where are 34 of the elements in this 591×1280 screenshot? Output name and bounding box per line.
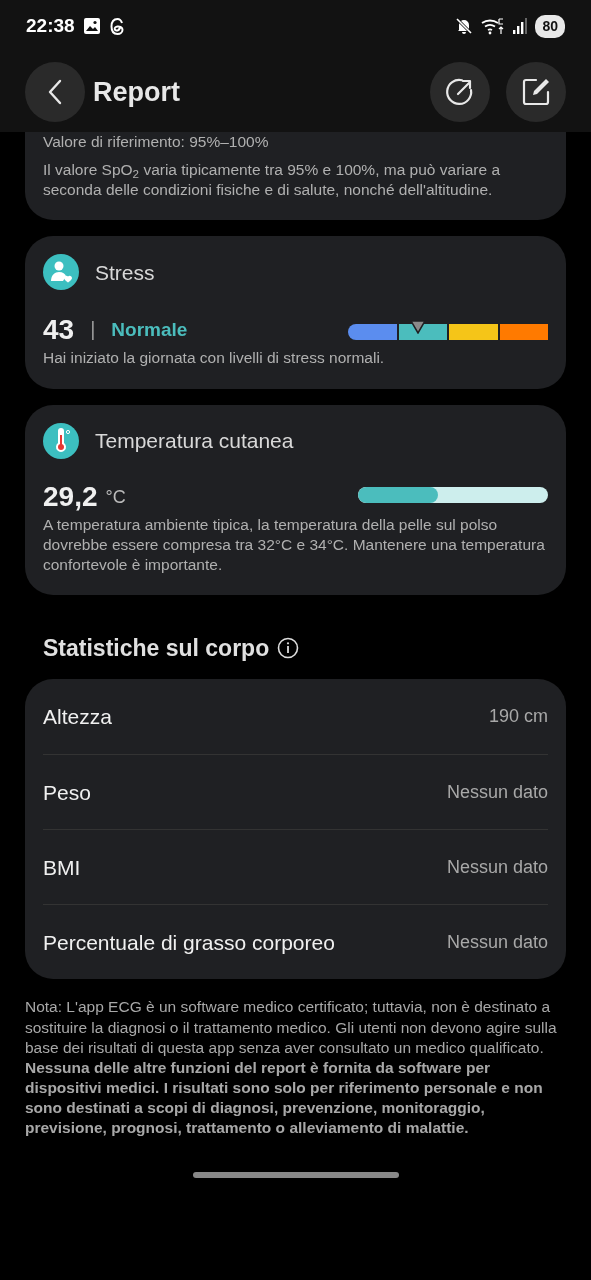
temperature-unit: °C xyxy=(105,485,126,509)
stat-value: 190 cm xyxy=(488,705,548,729)
separator: | xyxy=(90,317,96,343)
reference-value: Valore di riferimento: 95%–100% xyxy=(43,132,270,152)
battery-indicator: 80 xyxy=(535,14,565,38)
gallery-icon xyxy=(82,17,101,35)
stat-value: Nessun dato xyxy=(446,856,548,879)
info-icon[interactable] xyxy=(277,637,300,660)
stress-description: Hai iniziato la giornata con livelli di stress normali. xyxy=(43,348,386,369)
spo2-description: Il valore SpO$_{2}$ varia tipicamente tra 95% e 100%, ma può variare a seconda delle condizioni fisiche e di salute, nonché dell'altitudine. xyxy=(43,160,502,201)
stat-label: BMI xyxy=(43,854,81,881)
stat-label: Altezza xyxy=(43,704,112,731)
signal-icon xyxy=(513,18,528,34)
home-indicator[interactable] xyxy=(192,1172,399,1179)
status-time: 22:38 xyxy=(26,13,75,38)
back-icon xyxy=(48,79,62,105)
stress-icon xyxy=(43,254,79,291)
thermometer-icon xyxy=(43,422,79,459)
card-title: Temperatura cutanea xyxy=(95,427,294,454)
disclaimer-note: Nota: L'app ECG è un software medico certificato; tuttavia, non è destinato a sostituire la diagnosi o il trattamento medico. Gli utenti non devono agire sulla base dei risultati di questa app senza aver consultato un medico qualificato. Nessuna delle altre funzioni del report è fornita da software per dispositivi medici. I risultati sono solo per riferimento personale e non sono destinati a scopi di diagnosi, prevenzione, monitoraggio, previsione, prognosi, trattamento o alleviamento di malattie. xyxy=(24,997,558,1139)
stress-value: 43 xyxy=(43,316,75,345)
stat-label: Percentuale di grasso corporeo xyxy=(43,929,335,956)
edit-icon xyxy=(520,76,552,108)
temperature-value: 29,2 xyxy=(43,482,98,511)
temperature-description: A temperatura ambiente tipica, la temperatura della pelle sul polso dovrebbe essere compresa tra 32°C e 34°C. Mantenere una temperatura confortevole è importante. xyxy=(43,514,546,575)
mute-icon xyxy=(455,17,474,35)
card-title: Stress xyxy=(95,259,155,286)
stat-value: Nessun dato xyxy=(446,781,548,804)
stress-status: Normale xyxy=(111,317,188,342)
stat-label: Peso xyxy=(43,779,91,806)
page-title: Report xyxy=(93,75,180,109)
stat-value: Nessun dato xyxy=(446,931,548,954)
section-title: Statistiche sul corpo xyxy=(43,634,270,663)
wifi-icon xyxy=(481,17,506,35)
